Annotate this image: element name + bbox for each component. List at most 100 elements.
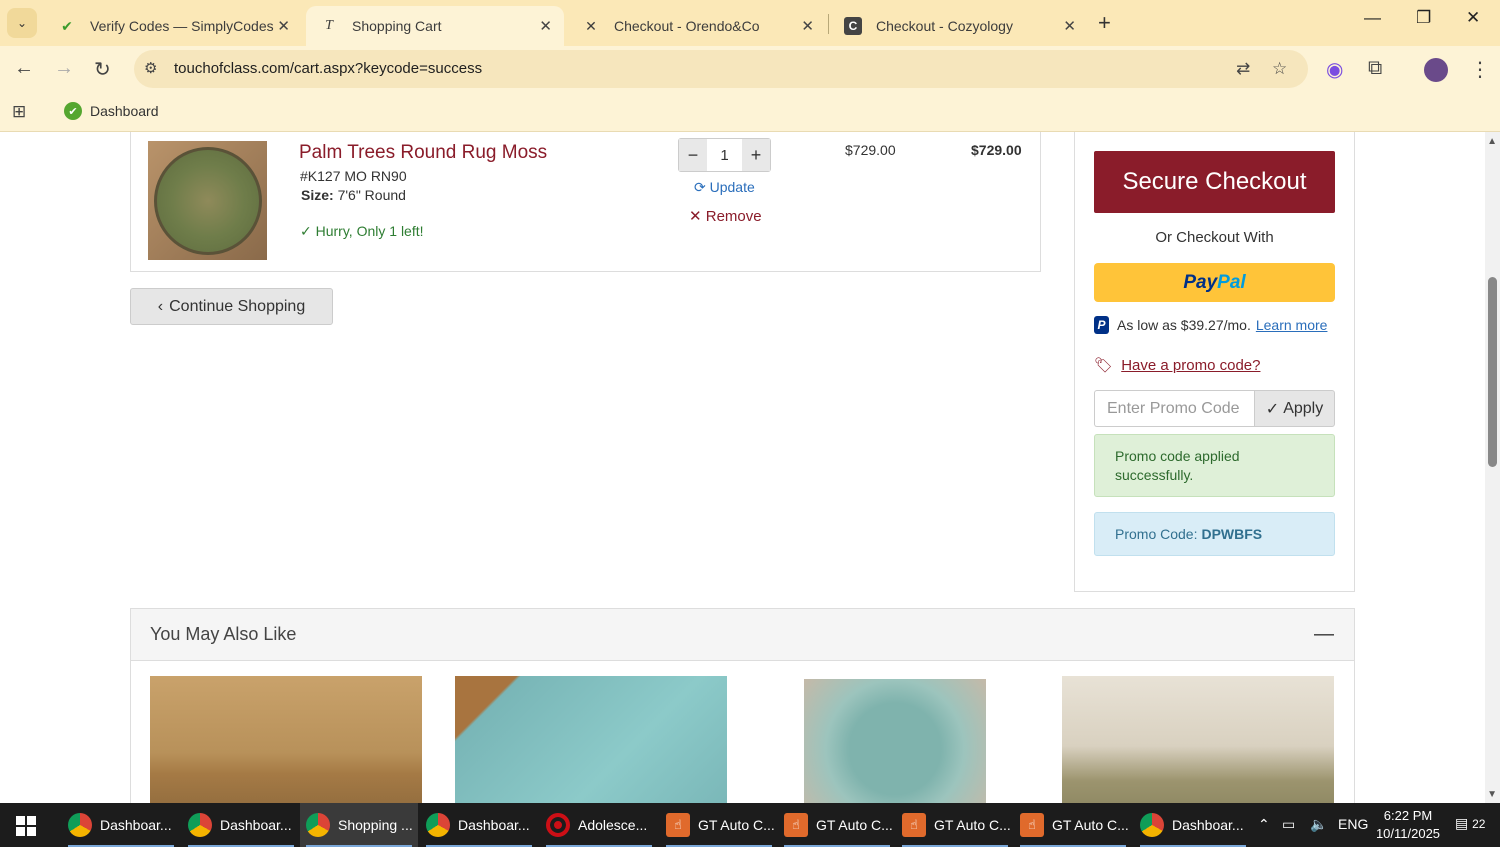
reload-icon[interactable]: ↻ xyxy=(94,57,111,82)
tab-separator xyxy=(828,14,829,34)
touchofclass-icon: T xyxy=(325,18,333,33)
taskbar-label: GT Auto C... xyxy=(934,817,1011,833)
browser-tab-bar: ⌄ ✔ Verify Codes — SimplyCodes ✕ T Shopp… xyxy=(0,0,1500,46)
menu-icon[interactable]: ⋮ xyxy=(1470,57,1490,82)
new-tab-button[interactable]: + xyxy=(1098,10,1111,36)
bookmark-star-icon[interactable]: ☆ xyxy=(1272,59,1287,79)
language-indicator[interactable]: ENG xyxy=(1338,816,1368,832)
learn-more-link[interactable]: Learn more xyxy=(1256,317,1328,333)
quantity-stepper: − 1 + xyxy=(678,138,771,172)
tab-shopping-cart[interactable]: T Shopping Cart ✕ xyxy=(306,6,564,46)
remove-link[interactable]: ✕ Remove xyxy=(689,207,762,225)
windows-taskbar: Dashboar... Dashboar... Shopping ... Das… xyxy=(0,803,1500,847)
scroll-up-arrow-icon[interactable]: ▲ xyxy=(1487,136,1497,147)
product-image[interactable] xyxy=(148,141,267,260)
taskbar-label: Dashboar... xyxy=(1172,817,1244,833)
update-link[interactable]: ⟳ Update xyxy=(694,179,755,196)
scroll-thumb[interactable] xyxy=(1488,277,1497,467)
continue-shopping-button[interactable]: ‹ Continue Shopping xyxy=(130,288,333,325)
extension-icon[interactable]: ◉ xyxy=(1326,57,1343,82)
increase-qty-button[interactable]: + xyxy=(742,139,770,171)
browser-toolbar: ← → ↻ ⚙ touchofclass.com/cart.aspx?keyco… xyxy=(0,46,1500,94)
paypal-logo-pal: Pal xyxy=(1217,271,1246,293)
taskbar-item[interactable]: ☝ GT Auto C... xyxy=(660,803,778,847)
bookmark-dashboard[interactable]: ✔ Dashboard xyxy=(64,102,159,120)
back-icon[interactable]: ← xyxy=(14,57,34,80)
network-icon[interactable]: ▭ xyxy=(1282,816,1295,833)
opera-icon xyxy=(546,813,570,837)
apply-promo-button[interactable]: ✓ Apply xyxy=(1254,390,1335,427)
site-info-icon[interactable]: ⚙ xyxy=(144,59,157,77)
close-tab-icon[interactable]: ✕ xyxy=(277,17,290,35)
apps-grid-icon[interactable]: ⊞ xyxy=(12,102,26,122)
tab-search-button[interactable]: ⌄ xyxy=(7,8,37,38)
tab-title: Shopping Cart xyxy=(352,18,442,34)
tray-overflow-icon[interactable]: ⌃ xyxy=(1258,816,1270,833)
cozyology-icon: C xyxy=(844,17,862,35)
windows-start-icon[interactable] xyxy=(16,816,36,836)
remove-icon: ✕ xyxy=(689,208,702,225)
notification-center-icon[interactable]: ▤ 22 xyxy=(1455,815,1485,832)
refresh-icon: ⟳ xyxy=(694,179,706,195)
extensions-puzzle-icon[interactable]: ⧉ xyxy=(1368,57,1382,80)
taskbar-item[interactable]: Adolesce... xyxy=(540,803,658,847)
taskbar-item[interactable]: Dashboar... xyxy=(62,803,180,847)
taskbar-item[interactable]: ☝ GT Auto C... xyxy=(778,803,896,847)
recommended-product-image[interactable] xyxy=(804,679,986,803)
recommended-product-image[interactable] xyxy=(150,676,422,803)
taskbar-item[interactable]: ☝ GT Auto C... xyxy=(896,803,1014,847)
url-text[interactable]: touchofclass.com/cart.aspx?keycode=succe… xyxy=(174,60,482,77)
chrome-icon xyxy=(1140,813,1164,837)
secure-checkout-button[interactable]: Secure Checkout xyxy=(1094,151,1335,213)
volume-icon[interactable]: 🔈 xyxy=(1310,816,1327,833)
product-name[interactable]: Palm Trees Round Rug Moss xyxy=(299,142,547,164)
promo-success-alert: Promo code applied successfully. xyxy=(1094,434,1335,497)
translate-icon[interactable]: ⇄ xyxy=(1236,59,1250,79)
close-tab-icon[interactable]: ✕ xyxy=(1063,17,1076,35)
page-scrollbar[interactable]: ▲ ▼ xyxy=(1485,132,1500,803)
quantity-input[interactable]: 1 xyxy=(707,139,742,171)
close-window-icon[interactable]: ✕ xyxy=(1466,8,1480,28)
taskbar-item[interactable]: Dashboar... xyxy=(1134,803,1252,847)
cart-item-row: Palm Trees Round Rug Moss #K127 MO RN90 … xyxy=(130,132,1041,272)
tab-cozyology[interactable]: C Checkout - Cozyology ✕ xyxy=(830,6,1088,46)
stock-message: ✓ Hurry, Only 1 left! xyxy=(300,223,424,240)
taskbar-label: Dashboar... xyxy=(220,817,292,833)
decrease-qty-button[interactable]: − xyxy=(679,139,707,171)
apply-label: Apply xyxy=(1283,399,1324,417)
taskbar-item[interactable]: Dashboar... xyxy=(182,803,300,847)
also-like-header[interactable]: You May Also Like — xyxy=(131,609,1354,661)
collapse-icon[interactable]: — xyxy=(1314,623,1334,646)
recommended-product-image[interactable] xyxy=(455,676,727,803)
product-sku: #K127 MO RN90 xyxy=(300,168,407,184)
recommended-product-image[interactable] xyxy=(1062,676,1334,803)
product-size: Size: 7'6" Round xyxy=(301,187,406,203)
restore-icon[interactable]: ❐ xyxy=(1416,8,1431,28)
close-tab-icon[interactable]: ✕ xyxy=(801,17,814,35)
promo-code-info: Promo Code: DPWBFS xyxy=(1094,512,1335,556)
have-promo-link[interactable]: 🏷 Have a promo code? xyxy=(1094,356,1260,374)
paypal-button[interactable]: Pay Pal xyxy=(1094,263,1335,302)
scroll-down-arrow-icon[interactable]: ▼ xyxy=(1487,789,1497,800)
check-icon: ✓ xyxy=(1265,400,1280,418)
minimize-icon[interactable]: — xyxy=(1364,8,1381,28)
gt-auto-icon: ☝ xyxy=(902,813,926,837)
promo-code-label: Promo Code: xyxy=(1115,526,1198,542)
promo-code-input[interactable]: Enter Promo Code xyxy=(1094,390,1255,427)
system-clock[interactable]: 6:22 PM 10/11/2025 xyxy=(1372,807,1444,843)
taskbar-item[interactable]: ☝ GT Auto C... xyxy=(1014,803,1132,847)
tab-orendo[interactable]: ✕ Checkout - Orendo&Co ✕ xyxy=(568,6,826,46)
address-bar[interactable]: ⚙ touchofclass.com/cart.aspx?keycode=suc… xyxy=(134,50,1308,88)
simplycodes-icon: ✔ xyxy=(61,17,73,34)
also-like-title: You May Also Like xyxy=(150,624,297,644)
profile-avatar[interactable] xyxy=(1424,58,1448,82)
taskbar-label: Adolesce... xyxy=(578,817,648,833)
forward-icon[interactable]: → xyxy=(54,57,74,80)
taskbar-item[interactable]: Dashboar... xyxy=(420,803,538,847)
close-tab-icon[interactable]: ✕ xyxy=(539,17,552,35)
chevron-left-icon: ‹ xyxy=(157,297,164,315)
taskbar-item-active[interactable]: Shopping ... xyxy=(300,803,418,847)
tab-simplycodes[interactable]: ✔ Verify Codes — SimplyCodes ✕ xyxy=(44,6,302,46)
taskbar-label: Dashboar... xyxy=(100,817,172,833)
notification-icon: ▤ xyxy=(1455,815,1469,831)
